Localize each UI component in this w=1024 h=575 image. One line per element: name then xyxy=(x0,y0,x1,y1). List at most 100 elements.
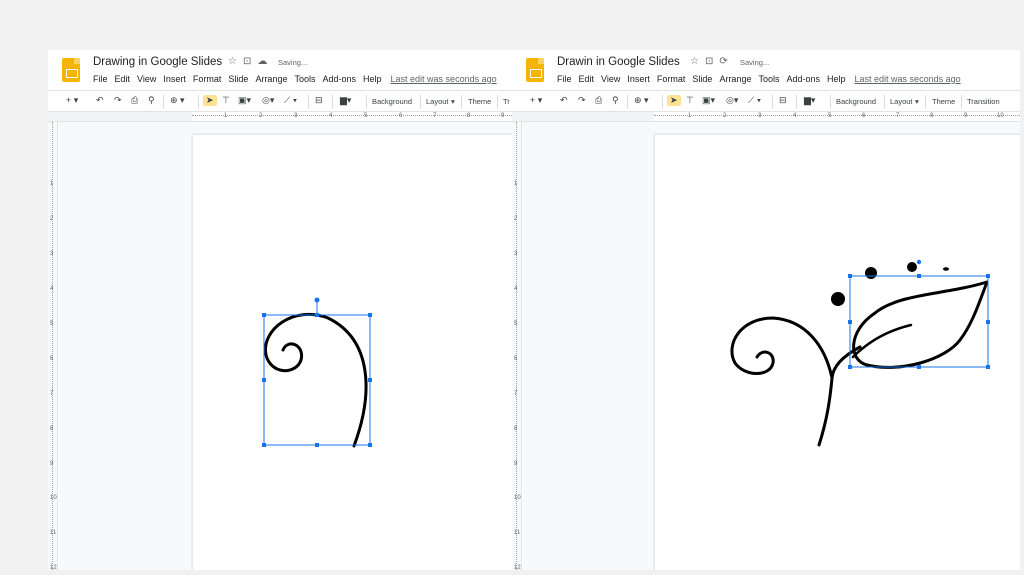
menu-edit[interactable]: Edit xyxy=(579,74,595,84)
resize-handle[interactable] xyxy=(986,320,990,324)
resize-handle[interactable] xyxy=(262,313,266,317)
print-icon[interactable]: ⎙ xyxy=(595,95,602,106)
star-icon[interactable]: ☆ xyxy=(228,56,237,67)
resize-handle[interactable] xyxy=(917,365,921,369)
menu-help[interactable]: Help xyxy=(363,74,382,84)
transition-button[interactable]: Transition xyxy=(967,97,1000,106)
toolbar: + ▾ ↶ ↷ ⎙ ⚲ ⊕ ▾ ➤ ⊤ ▣▾ ◎▾ ⟋ ▾ ⊟ ▆▾ Backg… xyxy=(48,90,512,112)
menu-format[interactable]: Format xyxy=(657,74,686,84)
layout-button[interactable]: Layout xyxy=(890,97,913,106)
resize-handle[interactable] xyxy=(986,274,990,278)
menu-insert[interactable]: Insert xyxy=(627,74,650,84)
select-cursor-icon[interactable]: ➤ xyxy=(203,95,217,106)
paint-format-icon[interactable]: ⚲ xyxy=(148,95,155,106)
menu-tools[interactable]: Tools xyxy=(758,74,779,84)
zoom-icon[interactable]: ⊕ ▾ xyxy=(634,95,649,106)
rotate-handle[interactable] xyxy=(314,297,320,303)
resize-handle[interactable] xyxy=(848,274,852,278)
resize-handle[interactable] xyxy=(917,274,921,278)
resize-handle[interactable] xyxy=(368,378,372,382)
format-options-icon[interactable]: ▆▾ xyxy=(340,95,351,106)
resize-handle[interactable] xyxy=(262,378,266,382)
menu-addons[interactable]: Add-ons xyxy=(786,74,820,84)
spiral-stroke[interactable] xyxy=(730,316,834,380)
line-icon[interactable]: ⟋ ▾ xyxy=(748,95,761,106)
rotate-handle[interactable] xyxy=(916,259,922,265)
leaf-stroke[interactable] xyxy=(852,280,989,369)
paint-format-icon[interactable]: ⚲ xyxy=(612,95,619,106)
background-button[interactable]: Background xyxy=(836,97,876,106)
folder-move-icon[interactable]: ⊡ xyxy=(705,56,713,67)
layout-button[interactable]: Layout xyxy=(426,97,449,106)
google-slides-logo-icon[interactable] xyxy=(526,58,544,82)
last-edit-link[interactable]: Last edit was seconds ago xyxy=(855,74,961,84)
menu-slide[interactable]: Slide xyxy=(692,74,712,84)
slide-page[interactable] xyxy=(654,134,1020,570)
comment-icon[interactable]: ⊟ xyxy=(779,95,787,106)
drawing-canvas[interactable] xyxy=(193,135,512,570)
print-icon[interactable]: ⎙ xyxy=(131,95,138,106)
star-icon[interactable]: ☆ xyxy=(690,56,699,67)
theme-button[interactable]: Theme xyxy=(468,97,491,106)
new-slide-icon[interactable]: + ▾ xyxy=(66,95,78,106)
menu-view[interactable]: View xyxy=(601,74,620,84)
menu-view[interactable]: View xyxy=(137,74,156,84)
comment-icon[interactable]: ⊟ xyxy=(315,95,323,106)
image-icon[interactable]: ▣▾ xyxy=(702,95,715,106)
ink-dot[interactable] xyxy=(943,267,949,271)
menu-format[interactable]: Format xyxy=(193,74,222,84)
leaf-vein-stroke[interactable] xyxy=(851,323,913,359)
menu-slide[interactable]: Slide xyxy=(228,74,248,84)
text-box-icon[interactable]: ⊤ xyxy=(222,95,230,106)
zoom-icon[interactable]: ⊕ ▾ xyxy=(170,95,185,106)
last-edit-link[interactable]: Last edit was seconds ago xyxy=(391,74,497,84)
background-button[interactable]: Background xyxy=(372,97,412,106)
menu-arrange[interactable]: Arrange xyxy=(719,74,751,84)
menu-edit[interactable]: Edit xyxy=(115,74,131,84)
resize-handle[interactable] xyxy=(848,320,852,324)
selection-box[interactable] xyxy=(262,297,372,448)
redo-icon[interactable]: ↷ xyxy=(114,95,122,106)
document-title[interactable]: Drawin in Google Slides xyxy=(557,56,680,68)
line-icon[interactable]: ⟋ ▾ xyxy=(284,95,297,106)
ink-dot[interactable] xyxy=(865,267,877,279)
shape-icon[interactable]: ◎▾ xyxy=(726,95,738,106)
ink-dot[interactable] xyxy=(907,262,917,272)
folder-move-icon[interactable]: ⊡ xyxy=(243,56,251,67)
format-options-icon[interactable]: ▆▾ xyxy=(804,95,815,106)
text-box-icon[interactable]: ⊤ xyxy=(686,95,694,106)
resize-handle[interactable] xyxy=(315,443,319,447)
google-slides-logo-icon[interactable] xyxy=(62,58,80,82)
menu-insert[interactable]: Insert xyxy=(163,74,186,84)
theme-button[interactable]: Theme xyxy=(932,97,955,106)
transition-button[interactable]: Tr xyxy=(503,97,510,106)
redo-icon[interactable]: ↷ xyxy=(578,95,586,106)
undo-icon[interactable]: ↶ xyxy=(560,95,568,106)
shape-icon[interactable]: ◎▾ xyxy=(262,95,274,106)
resize-handle[interactable] xyxy=(986,365,990,369)
menu-tools[interactable]: Tools xyxy=(294,74,315,84)
selection-box[interactable] xyxy=(848,259,990,369)
undo-icon[interactable]: ↶ xyxy=(96,95,104,106)
spiral-stroke[interactable] xyxy=(264,312,368,448)
resize-handle[interactable] xyxy=(315,313,319,317)
menu-arrange[interactable]: Arrange xyxy=(255,74,287,84)
slide-page[interactable] xyxy=(192,134,512,570)
stem-stroke[interactable] xyxy=(817,345,862,447)
ink-dot[interactable] xyxy=(831,292,845,306)
resize-handle[interactable] xyxy=(848,365,852,369)
resize-handle[interactable] xyxy=(368,313,372,317)
menu-file[interactable]: File xyxy=(557,74,572,84)
menu-addons[interactable]: Add-ons xyxy=(322,74,356,84)
image-icon[interactable]: ▣▾ xyxy=(238,95,251,106)
vertical-ruler: 1 2 3 4 5 6 7 8 9 10 11 12 xyxy=(512,122,522,570)
menu-help[interactable]: Help xyxy=(827,74,846,84)
right-slides-window: Drawin in Google Slides ☆ ⊡ ⟳ Saving... Fi… xyxy=(512,50,1020,570)
resize-handle[interactable] xyxy=(368,443,372,447)
drawing-canvas[interactable] xyxy=(655,135,1020,570)
menu-file[interactable]: File xyxy=(93,74,108,84)
select-cursor-icon[interactable]: ➤ xyxy=(667,95,681,106)
resize-handle[interactable] xyxy=(262,443,266,447)
document-title[interactable]: Drawing in Google Slides xyxy=(93,56,222,68)
new-slide-icon[interactable]: + ▾ xyxy=(530,95,542,106)
